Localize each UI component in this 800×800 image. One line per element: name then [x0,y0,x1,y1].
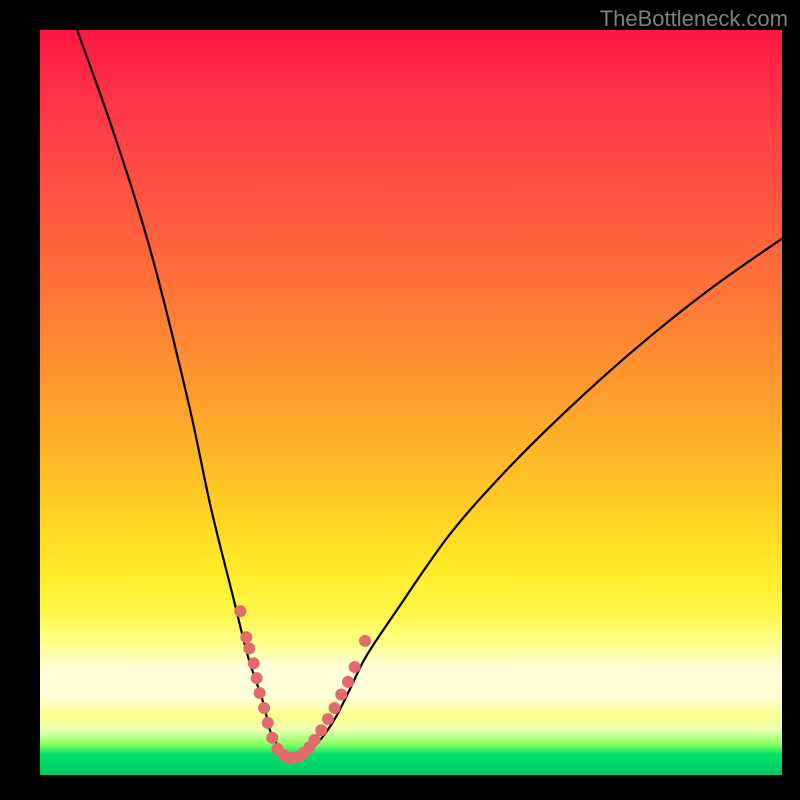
bottleneck-chart [40,30,782,775]
marker-dot [240,631,252,643]
marker-dot [251,672,263,684]
marker-group [234,605,371,764]
marker-dot [335,689,347,701]
watermark-text: TheBottleneck.com [600,6,788,32]
marker-dot [309,734,321,746]
marker-dot [248,657,260,669]
bottleneck-curve-path [77,30,782,761]
marker-dot [262,717,274,729]
marker-dot [322,713,334,725]
marker-dot [234,605,246,617]
marker-dot [243,642,255,654]
marker-dot [342,676,354,688]
marker-dot [315,724,327,736]
marker-dot [359,635,371,647]
marker-dot [266,732,278,744]
marker-dot [254,687,266,699]
marker-dot [349,661,361,673]
chart-svg [40,30,782,775]
marker-dot [329,702,341,714]
marker-dot [258,702,270,714]
